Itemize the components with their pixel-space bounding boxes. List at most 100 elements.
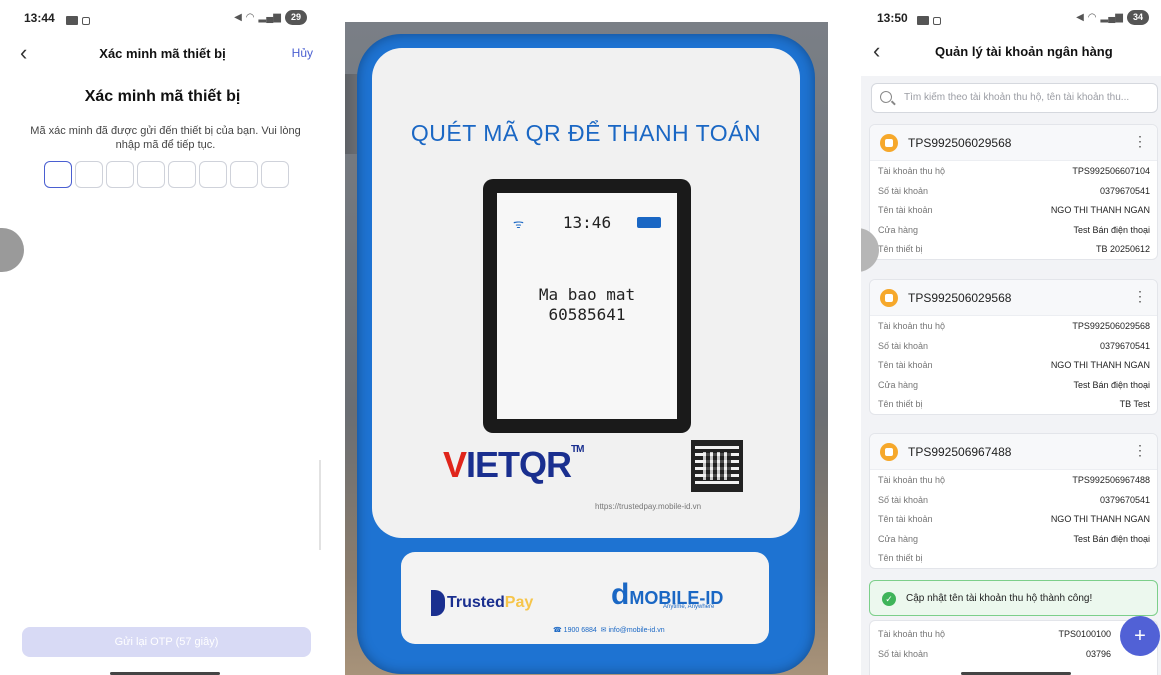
toast-message: Cập nhật tên tài khoản thu hộ thành công… bbox=[906, 593, 1093, 604]
card-row: Tên thiết bị TB 20250612 bbox=[870, 239, 1157, 259]
row-label: Tên tài khoản bbox=[878, 360, 933, 370]
row-label: Số tài khoản bbox=[878, 648, 929, 659]
card-row: Số tài khoản 0379670541 bbox=[870, 336, 1157, 356]
row-label: Tên thiết bị bbox=[878, 399, 923, 409]
row-label: Số tài khoản bbox=[878, 185, 929, 196]
battery-icon: 29 bbox=[285, 10, 307, 25]
card-row: Tên thiết bị TB Test bbox=[870, 394, 1157, 414]
card-row: Tài khoản thu hộ TPS0100100 bbox=[870, 624, 1157, 644]
wifi-icon: ◠ bbox=[1087, 12, 1097, 23]
card-row: Cửa hàng Test Bán điện thoại bbox=[870, 375, 1157, 395]
trademark: TM bbox=[571, 444, 584, 455]
row-label: Tài khoản thu hộ bbox=[878, 629, 946, 639]
back-chevron-icon[interactable]: ‹ bbox=[873, 40, 880, 62]
account-card[interactable]: Tài khoản thu hộ TPS0100100 Số tài khoản 0… bbox=[869, 620, 1158, 675]
vietqr-logo: VIETQRTM bbox=[443, 444, 585, 486]
add-account-button[interactable]: + bbox=[1120, 616, 1160, 656]
status-right-icons: ◀︎ ◠ ▂▄▆ 29 bbox=[234, 10, 307, 25]
vietqr-rest: IETQR bbox=[466, 444, 572, 485]
payment-terminal: QUÉT MÃ QR ĐỂ THANH TOÁN ᯤ 13:46 Ma bao … bbox=[357, 34, 815, 674]
mail-icon bbox=[66, 16, 78, 26]
otp-digit-2[interactable] bbox=[75, 161, 103, 188]
status-left-icons bbox=[62, 13, 90, 27]
otp-digit-7[interactable] bbox=[230, 161, 258, 188]
search-icon bbox=[880, 91, 892, 103]
signal-icon: ▂▄▆ bbox=[258, 12, 281, 23]
more-vertical-icon[interactable]: ⋮ bbox=[1133, 288, 1147, 305]
row-label: Tài khoản thu hộ bbox=[878, 475, 946, 485]
qr-code-icon bbox=[691, 440, 743, 492]
card-row: Tên tài khoản NGO THI THANH NGAN bbox=[870, 355, 1157, 375]
row-label: Tên tài khoản bbox=[878, 205, 933, 215]
card-row: Tài khoản thu hộ TPS992506029568 bbox=[870, 316, 1157, 336]
row-value: TB Test bbox=[1119, 399, 1150, 409]
row-value: Test Bán điện thoại bbox=[1073, 533, 1150, 544]
status-bar: 13:50 ◀︎ ◠ ▂▄▆ 34 bbox=[861, 8, 1161, 28]
search-input[interactable]: Tìm kiếm theo tài khoản thu hộ, tên tài … bbox=[871, 83, 1158, 113]
cancel-button[interactable]: Hủy bbox=[292, 46, 313, 60]
row-value: 0379670541 bbox=[1099, 185, 1150, 196]
more-vertical-icon[interactable]: ⋮ bbox=[1133, 442, 1147, 459]
otp-digit-1[interactable] bbox=[44, 161, 72, 188]
account-card[interactable]: TPS992506029568 ⋮ Tài khoản thu hộ TPS992… bbox=[869, 124, 1158, 260]
account-card[interactable]: TPS992506967488 ⋮ Tài khoản thu hộ TPS992… bbox=[869, 433, 1158, 569]
row-value: TPS0100100 bbox=[1058, 629, 1111, 639]
more-vertical-icon[interactable]: ⋮ bbox=[1133, 133, 1147, 150]
otp-input-group bbox=[44, 161, 289, 188]
wifi-icon: ◠ bbox=[245, 12, 255, 23]
card-row: Cửa hàng Test Bán điện thoại bbox=[870, 529, 1157, 549]
search-placeholder: Tìm kiếm theo tài khoản thu hộ, tên tài … bbox=[904, 92, 1130, 103]
account-card[interactable]: TPS992506029568 ⋮ Tài khoản thu hộ TPS992… bbox=[869, 279, 1158, 415]
mobileid-tagline: Anytime, Anywhere bbox=[663, 604, 715, 610]
header-title: Xác minh mã thiết bị bbox=[99, 46, 226, 61]
trustedpay-mark-icon bbox=[431, 590, 445, 616]
card-title: TPS992506967488 bbox=[908, 445, 1012, 459]
row-label: Cửa hàng bbox=[878, 224, 919, 235]
otp-digit-6[interactable] bbox=[199, 161, 227, 188]
row-value: TPS992506607104 bbox=[1072, 166, 1150, 176]
row-label: Số tài khoản bbox=[878, 340, 929, 351]
row-label: Tên thiết bị bbox=[878, 244, 923, 254]
card-row: Số tài khoản 03796 bbox=[870, 644, 1157, 664]
pay-text: Pay bbox=[504, 594, 534, 612]
mobileid-mark-icon: d bbox=[611, 578, 630, 611]
contact-phone: 1900 6884 bbox=[563, 627, 597, 634]
otp-digit-4[interactable] bbox=[137, 161, 165, 188]
otp-digit-5[interactable] bbox=[168, 161, 196, 188]
battery-icon: 34 bbox=[1127, 10, 1149, 25]
card-row: Cửa hàng Test Bán điện thoại bbox=[870, 220, 1157, 240]
resend-otp-button[interactable]: Gửi lại OTP (57 giây) bbox=[22, 627, 311, 657]
trusted-text: Trusted bbox=[447, 594, 505, 612]
otp-digit-3[interactable] bbox=[106, 161, 134, 188]
card-row: Tên tài khoản NGO THI THANH NGAN bbox=[870, 509, 1157, 529]
edge-handle[interactable] bbox=[0, 228, 24, 272]
battery-icon bbox=[637, 217, 661, 228]
status-bar: 13:44 ◀︎ ◠ ▂▄▆ 29 bbox=[0, 8, 325, 28]
card-header: TPS992506029568 ⋮ bbox=[870, 125, 1157, 161]
mute-icon: ◀︎ bbox=[234, 12, 242, 23]
lcd-message: Ma bao mat bbox=[538, 285, 636, 304]
row-label: Cửa hàng bbox=[878, 379, 919, 390]
terminal-footer: TrustedPay dMOBILE-ID Anytime, Anywhere ☎… bbox=[401, 552, 769, 644]
row-value: NGO THI THANH NGAN bbox=[1050, 360, 1150, 370]
status-time: 13:50 bbox=[877, 11, 908, 25]
row-label: Tài khoản thu hộ bbox=[878, 321, 946, 331]
row-label: Tên tài khoản bbox=[878, 514, 933, 524]
terminal-url: https://trustedpay.mobile-id.vn bbox=[595, 502, 702, 511]
contact-email: info@mobile-id.vn bbox=[608, 627, 665, 634]
status-left-icons bbox=[913, 13, 941, 27]
row-label: Tài khoản thu hộ bbox=[878, 166, 946, 176]
vietqr-v: V bbox=[443, 444, 467, 485]
scrollbar[interactable] bbox=[319, 460, 321, 550]
otp-digit-8[interactable] bbox=[261, 161, 289, 188]
card-row: Tài khoản thu hộ TPS992506967488 bbox=[870, 470, 1157, 490]
row-value: TB 20250612 bbox=[1095, 244, 1150, 254]
card-header: TPS992506967488 ⋮ bbox=[870, 434, 1157, 470]
terminal-screen: ᯤ 13:46 Ma bao mat 60585641 bbox=[483, 179, 691, 433]
app-header: ‹ Xác minh mã thiết bị Hủy bbox=[0, 40, 325, 66]
page-title: Quản lý tài khoản ngân hàng bbox=[935, 44, 1113, 59]
row-value: 0379670541 bbox=[1099, 494, 1150, 505]
lock-icon bbox=[82, 16, 90, 25]
lock-icon bbox=[933, 16, 941, 25]
row-value: TPS992506967488 bbox=[1072, 475, 1150, 485]
